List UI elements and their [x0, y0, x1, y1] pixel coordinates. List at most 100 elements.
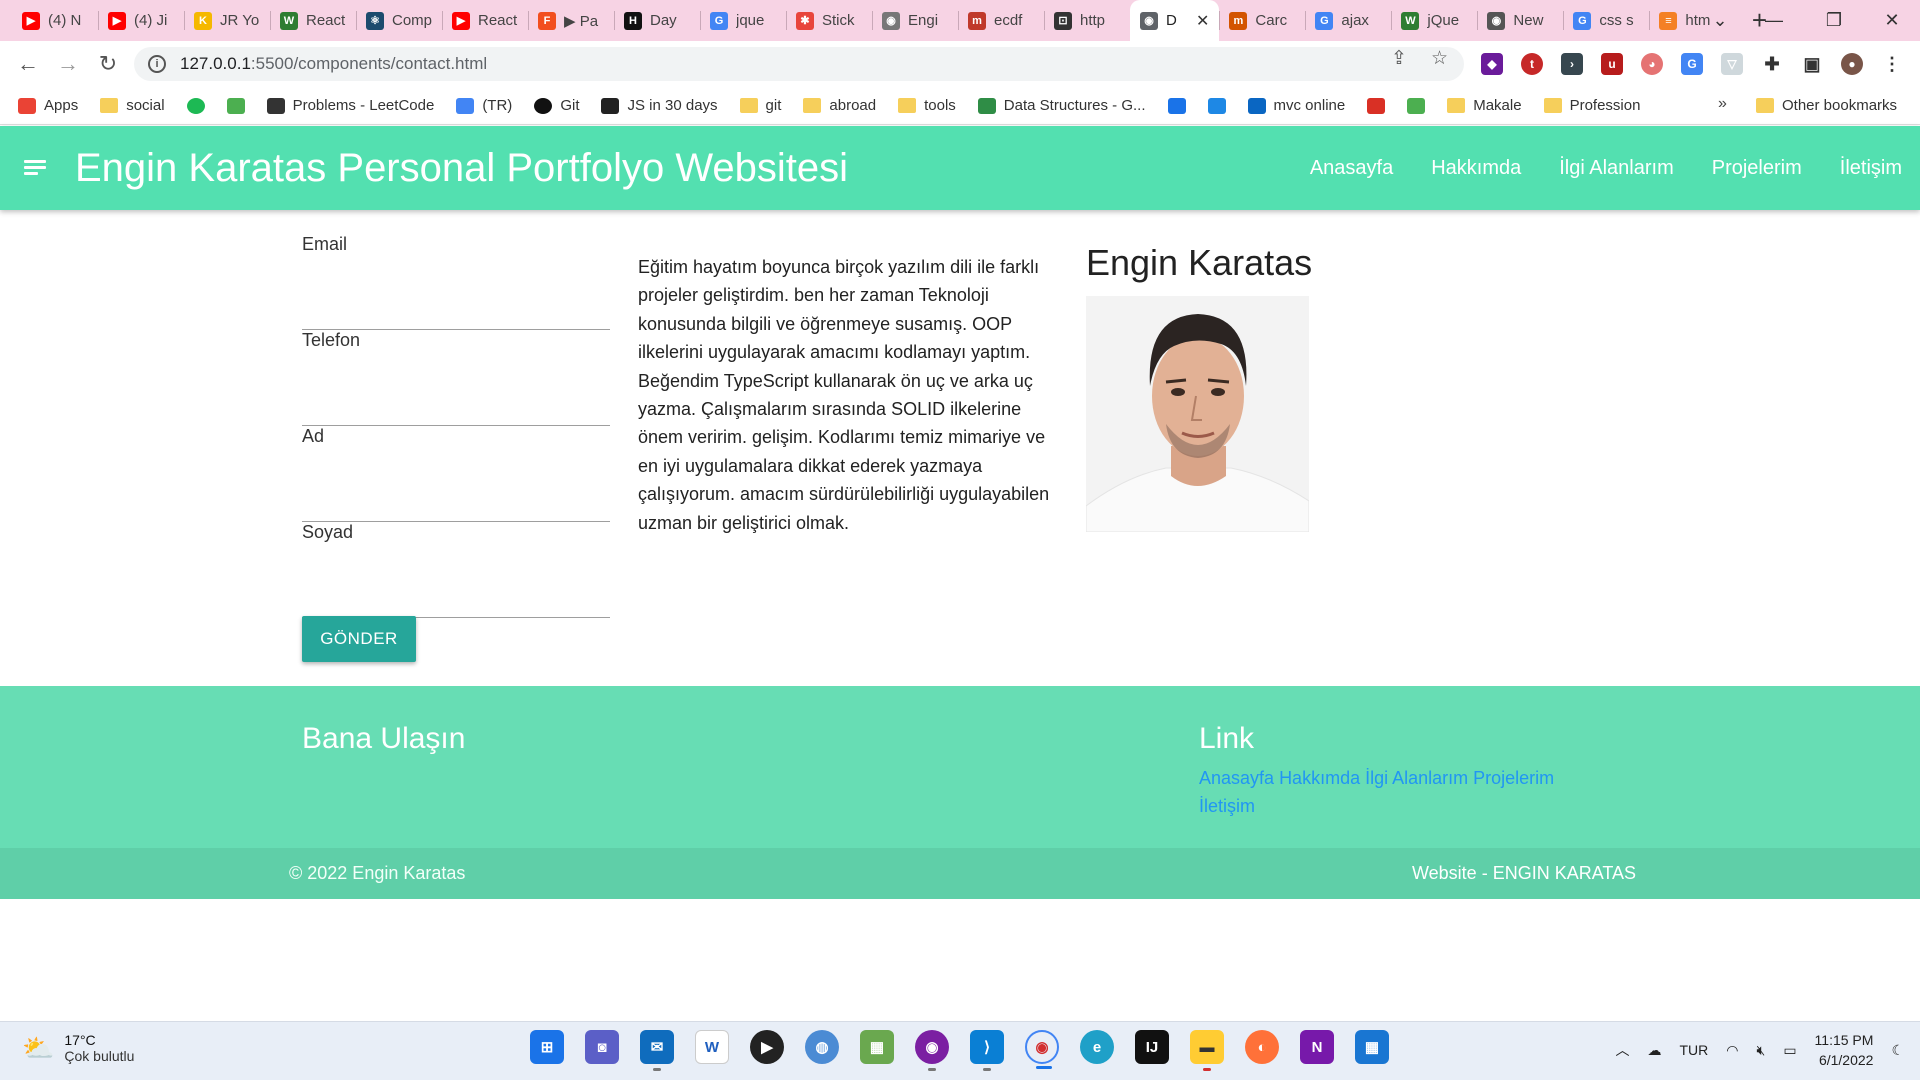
extension-icon[interactable]: ›	[1561, 53, 1583, 75]
bookmark-gmail[interactable]	[1367, 97, 1386, 114]
bookmark-star-icon[interactable]: ☆	[1431, 47, 1448, 70]
word-app-icon[interactable]: W	[695, 1030, 729, 1064]
wifi-icon[interactable]: ◠	[1726, 1042, 1738, 1059]
browser-tab[interactable]: WjQue	[1391, 0, 1477, 41]
clock[interactable]: 11:15 PM 6/1/2022	[1815, 1030, 1874, 1070]
bookmark-html5[interactable]	[1207, 97, 1226, 114]
translate-icon[interactable]: G	[1681, 53, 1703, 75]
browser-tab[interactable]: Gajax	[1305, 0, 1391, 41]
github-desktop-icon[interactable]: ◍	[805, 1030, 839, 1064]
image-editor-icon[interactable]: ▦	[860, 1030, 894, 1064]
bookmark-apps[interactable]: Apps	[18, 97, 78, 114]
footer-link-interests[interactable]: İlgi Alanlarım	[1365, 768, 1473, 788]
ublock-icon[interactable]: u	[1601, 53, 1623, 75]
forward-icon[interactable]: →	[48, 44, 88, 84]
bookmark-git[interactable]: Git	[534, 97, 579, 114]
tab-close-icon[interactable]: ✕	[1196, 11, 1209, 31]
email-field[interactable]	[302, 288, 610, 328]
browser-tab[interactable]: Gcss s	[1563, 0, 1649, 41]
reload-icon[interactable]: ↻	[88, 44, 128, 84]
weather-widget[interactable]: ⛅ 17°C Çok bulutlu	[22, 1032, 134, 1064]
firefox-icon[interactable]: ◐	[1245, 1030, 1279, 1064]
chevron-up-icon[interactable]: ︿	[1615, 1040, 1629, 1060]
file-explorer-icon[interactable]: ▬	[1190, 1030, 1224, 1071]
browser-tab[interactable]: m ecdf	[958, 0, 1044, 41]
bookmark-makale[interactable]: Makale	[1447, 97, 1522, 114]
bookmark-leaf[interactable]	[226, 97, 245, 114]
footer-link-home[interactable]: Anasayfa	[1199, 768, 1279, 788]
browser-tab[interactable]: m Carc	[1219, 0, 1305, 41]
onedrive-cloud-icon[interactable]: ☁	[1647, 1042, 1661, 1059]
vscode-icon[interactable]: ⟩	[970, 1030, 1004, 1071]
footer-link-projects[interactable]: Projelerim	[1473, 768, 1554, 788]
minimize-button[interactable]: —	[1746, 0, 1802, 41]
bookmark-profession[interactable]: Profession	[1543, 97, 1640, 114]
bookmark-spotify[interactable]	[186, 97, 205, 114]
nav-link-home[interactable]: Anasayfa	[1310, 157, 1393, 180]
submit-button[interactable]: GÖNDER	[302, 616, 416, 662]
nav-link-projects[interactable]: Projelerim	[1712, 157, 1802, 180]
browser-tab[interactable]: ◉ Engi	[872, 0, 958, 41]
profile-avatar[interactable]: ●	[1841, 53, 1863, 75]
edge-icon[interactable]: e	[1080, 1030, 1114, 1064]
language-indicator[interactable]: TUR	[1679, 1042, 1708, 1058]
bookmark--tr[interactable]: (TR)	[456, 97, 512, 114]
browser-tab[interactable]: ◉ New	[1477, 0, 1563, 41]
focus-moon-icon[interactable]: ☾	[1891, 1042, 1904, 1059]
intellij-icon[interactable]: IJ	[1135, 1030, 1169, 1064]
nav-link-interests[interactable]: İlgi Alanlarım	[1559, 157, 1674, 180]
more-bookmarks-button[interactable]: »	[1718, 95, 1727, 113]
phone-field[interactable]	[302, 384, 610, 424]
site-info-icon[interactable]: i	[148, 55, 166, 73]
teams-chat-icon[interactable]: ◙	[585, 1030, 619, 1064]
browser-tab[interactable]: ✱ Stick	[786, 0, 872, 41]
name-field[interactable]	[302, 480, 610, 520]
extension-icon[interactable]: ◆	[1481, 53, 1503, 75]
footer-link-contact[interactable]: İletişim	[1199, 796, 1255, 816]
extension-icon[interactable]: ◕	[1641, 53, 1663, 75]
surname-field[interactable]	[302, 576, 610, 616]
media-player-icon[interactable]: ▶	[750, 1030, 784, 1064]
other-bookmarks-folder[interactable]: Other bookmarks	[1756, 97, 1897, 114]
bookmark-js-in-30-days[interactable]: JS in 30 days	[601, 97, 718, 114]
bookmark-crossx[interactable]	[1167, 97, 1186, 114]
bookmark-git[interactable]: git	[739, 97, 781, 114]
close-window-button[interactable]: ✕	[1864, 0, 1920, 41]
shield-icon[interactable]: ▽	[1721, 53, 1743, 75]
github-icon[interactable]: ◉	[915, 1030, 949, 1071]
more-menu-icon[interactable]: ⋮	[1881, 53, 1903, 75]
browser-tab[interactable]: ▶ (4) N	[12, 0, 98, 41]
bookmark-abroad[interactable]: abroad	[803, 97, 876, 114]
extensions-puzzle-icon[interactable]: ✚	[1761, 53, 1783, 75]
browser-tab[interactable]: F ▶ Pa	[528, 0, 614, 41]
back-icon[interactable]: ←	[8, 44, 48, 84]
volume-muted-icon[interactable]: 🔇︎	[1756, 1042, 1765, 1059]
footer-link-about[interactable]: Hakkımda	[1279, 768, 1365, 788]
battery-icon[interactable]: ▭	[1783, 1042, 1796, 1059]
bookmark-bar[interactable]	[1407, 97, 1426, 114]
calendar-icon[interactable]: ▦	[1355, 1030, 1389, 1064]
browser-tab[interactable]: ⊡ http	[1044, 0, 1130, 41]
browser-tab[interactable]: H Day	[614, 0, 700, 41]
browser-tab[interactable]: ▶ React	[442, 0, 528, 41]
browser-tab[interactable]: W React	[270, 0, 356, 41]
side-panel-icon[interactable]: ▣	[1801, 53, 1823, 75]
browser-tab[interactable]: ⚛ Comp	[356, 0, 442, 41]
mail-icon[interactable]: ✉	[640, 1030, 674, 1071]
address-bar[interactable]: i 127.0.0.1:5500/components/contact.html	[134, 47, 1464, 81]
menu-icon[interactable]	[24, 160, 48, 176]
browser-tab[interactable]: ▶ (4) Ji	[98, 0, 184, 41]
bookmark-problems-leetcode[interactable]: Problems - LeetCode	[266, 97, 434, 114]
browser-tab[interactable]: Gjque	[700, 0, 786, 41]
onenote-icon[interactable]: N	[1300, 1030, 1334, 1064]
share-icon[interactable]: ⇪	[1391, 47, 1407, 70]
bookmark-social[interactable]: social	[100, 97, 165, 114]
extension-icon[interactable]: t	[1521, 53, 1543, 75]
chrome-icon[interactable]: ◉	[1025, 1030, 1059, 1069]
tab-active[interactable]: ◉ D ✕	[1130, 0, 1220, 41]
bookmark-tools[interactable]: tools	[898, 97, 956, 114]
site-brand[interactable]: Engin Karatas Personal Portfolyo Website…	[75, 146, 848, 191]
bookmark-data-structures-g[interactable]: Data Structures - G...	[977, 97, 1146, 114]
nav-link-about[interactable]: Hakkımda	[1431, 157, 1521, 180]
restore-button[interactable]: ❐	[1806, 0, 1862, 41]
